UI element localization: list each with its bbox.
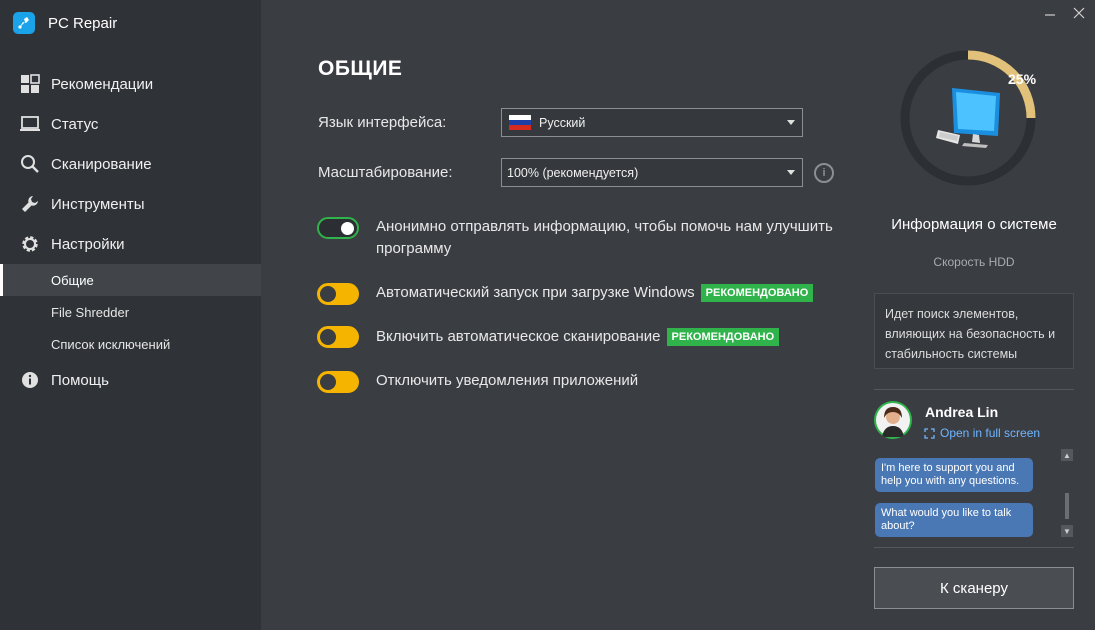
scroll-up-icon[interactable]: ▲: [1061, 449, 1073, 461]
toggle-knob: [320, 286, 336, 302]
avatar: [874, 401, 912, 439]
chat-message: What would you like to talk about?: [875, 503, 1033, 537]
scaling-value: 100% (рекомендуется): [507, 165, 639, 180]
app-name: PC Repair: [48, 14, 118, 32]
sidebar-item-settings[interactable]: Настройки: [0, 224, 261, 264]
sidebar-item-label: Сканирование: [51, 155, 152, 173]
language-label: Язык интерфейса:: [318, 114, 447, 131]
chevron-down-icon: [787, 120, 795, 125]
scroll-down-icon[interactable]: ▼: [1061, 525, 1073, 537]
progress-percent: 25%: [1008, 71, 1037, 87]
sidebar-item-label: Рекомендации: [51, 75, 154, 93]
sidebar-subitem-exclusions[interactable]: Список исключений: [0, 328, 261, 360]
toggle-autostart[interactable]: [317, 283, 359, 305]
sidebar: PC Repair Рекомендации Статус Сканирован…: [0, 0, 261, 630]
minimize-icon[interactable]: [1041, 4, 1059, 22]
divider: [874, 389, 1074, 390]
open-fullscreen-link[interactable]: Open in full screen: [924, 426, 1040, 440]
agent-name: Andrea Lin: [925, 404, 999, 420]
wrench-icon: [20, 194, 40, 214]
sidebar-item-label: Настройки: [51, 235, 125, 253]
close-icon[interactable]: [1070, 4, 1088, 22]
system-info-title: Информация о системе: [891, 216, 1057, 233]
scroll-thumb[interactable]: [1065, 493, 1069, 519]
computer-icon: [936, 88, 1000, 148]
option-autostart: Автоматический запуск при загрузке Windo…: [376, 282, 814, 304]
recommended-badge: РЕКОМЕНДОВАНО: [700, 284, 814, 302]
scan-status-box: Идет поиск элементов, влияющих на безопа…: [874, 293, 1074, 369]
option-auto-scan-text: Включить автоматическое сканирование: [376, 328, 661, 345]
toggle-anonymous-data[interactable]: [317, 217, 359, 239]
option-anonymous-data-text: Анонимно отправлять информацию, чтобы по…: [376, 218, 833, 257]
info-icon: [20, 370, 40, 390]
sidebar-subitem-file-shredder[interactable]: File Shredder: [0, 296, 261, 328]
toggle-knob: [320, 374, 336, 390]
option-autostart-text: Автоматический запуск при загрузке Windo…: [376, 284, 695, 301]
open-fullscreen-label: Open in full screen: [940, 426, 1041, 440]
option-auto-scan: Включить автоматическое сканирование РЕКО…: [376, 326, 780, 348]
sidebar-subitem-label: Общие: [51, 272, 94, 288]
search-icon: [20, 154, 40, 174]
brand: PC Repair: [13, 12, 117, 34]
sidebar-item-scanning[interactable]: Сканирование: [0, 144, 261, 184]
language-select[interactable]: Русский: [501, 108, 803, 137]
gear-icon: [20, 234, 40, 254]
chat-message: I'm here to support you and help you wit…: [875, 458, 1033, 492]
page-title: ОБЩИЕ: [318, 57, 403, 80]
divider: [874, 547, 1074, 548]
russia-flag-icon: [509, 115, 531, 130]
monitor-icon: [20, 114, 40, 134]
toggle-auto-scan[interactable]: [317, 326, 359, 348]
toggle-knob: [320, 329, 336, 345]
sidebar-item-label: Статус: [51, 115, 99, 133]
sidebar-nav: Рекомендации Статус Сканирование Инструм…: [0, 64, 261, 400]
sidebar-item-label: Инструменты: [51, 195, 145, 213]
system-info-subtitle: Скорость HDD: [933, 255, 1015, 269]
sidebar-item-tools[interactable]: Инструменты: [0, 184, 261, 224]
scaling-select[interactable]: 100% (рекомендуется): [501, 158, 803, 187]
info-icon[interactable]: i: [814, 163, 834, 183]
app-logo-icon: [13, 12, 35, 34]
scaling-label: Масштабирование:: [318, 164, 453, 181]
sidebar-item-help[interactable]: Помощь: [0, 360, 261, 400]
option-disable-notifications-text: Отключить уведомления приложений: [376, 372, 639, 389]
to-scanner-button[interactable]: К сканеру: [874, 567, 1074, 609]
grid-icon: [20, 74, 40, 94]
sidebar-item-status[interactable]: Статус: [0, 104, 261, 144]
sidebar-item-label: Помощь: [51, 371, 109, 389]
progress-gauge: [900, 50, 1036, 186]
sidebar-item-recommendations[interactable]: Рекомендации: [0, 64, 261, 104]
recommended-badge: РЕКОМЕНДОВАНО: [666, 328, 780, 346]
sidebar-subitem-general[interactable]: Общие: [0, 264, 261, 296]
chevron-down-icon: [787, 170, 795, 175]
sidebar-subitem-label: Список исключений: [51, 336, 171, 352]
toggle-knob: [341, 222, 354, 235]
expand-icon: [924, 427, 935, 439]
chat-scrollbar[interactable]: ▲ ▼: [1061, 449, 1073, 539]
toggle-disable-notifications[interactable]: [317, 371, 359, 393]
language-value: Русский: [539, 115, 586, 130]
sidebar-subitem-label: File Shredder: [51, 304, 130, 320]
